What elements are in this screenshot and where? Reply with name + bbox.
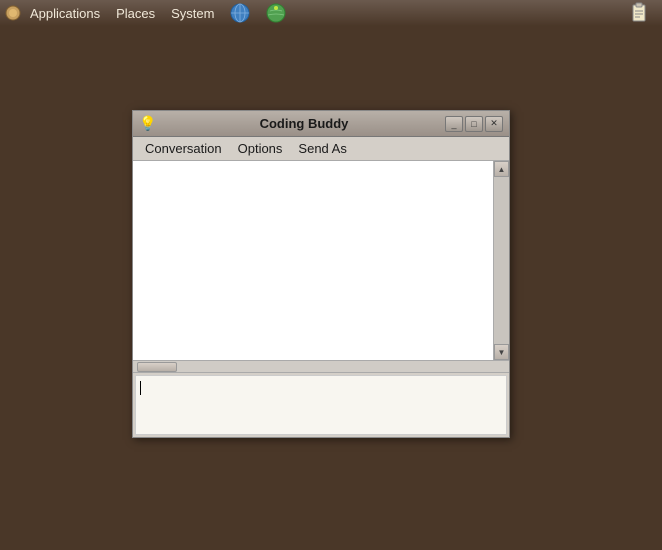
applications-menu[interactable]: Applications (22, 4, 108, 23)
horizontal-scroll-area (133, 361, 509, 373)
conversation-label: Conversation (145, 141, 222, 156)
clipboard-button[interactable] (620, 0, 658, 26)
minimize-button[interactable]: _ (445, 116, 463, 132)
send-as-label: Send As (298, 141, 346, 156)
chat-scrollbar: ▲ ▼ (493, 161, 509, 360)
chat-display[interactable] (133, 161, 493, 360)
window-title: Coding Buddy (163, 116, 445, 131)
applications-icon (4, 4, 22, 22)
conversation-menu[interactable]: Conversation (137, 138, 230, 159)
scroll-track[interactable] (494, 177, 509, 344)
applications-label: Applications (30, 6, 100, 21)
h-scroll-thumb[interactable] (137, 362, 177, 372)
taskbar: Applications Places System (0, 0, 662, 26)
scroll-down-button[interactable]: ▼ (494, 344, 509, 360)
globe-icon-2[interactable] (258, 1, 294, 25)
chat-area-container: ▲ ▼ (133, 161, 509, 361)
text-cursor (140, 381, 141, 395)
globe-icon-1[interactable] (222, 1, 258, 25)
coding-buddy-window: 💡 Coding Buddy _ □ ✕ Conversation Option… (132, 110, 510, 438)
places-menu[interactable]: Places (108, 4, 163, 23)
places-label: Places (116, 6, 155, 21)
maximize-button[interactable]: □ (465, 116, 483, 132)
system-menu[interactable]: System (163, 4, 222, 23)
message-input-area[interactable] (135, 375, 507, 435)
window-icon: 💡 (139, 115, 157, 133)
send-as-menu[interactable]: Send As (290, 138, 354, 159)
options-label: Options (238, 141, 283, 156)
options-menu[interactable]: Options (230, 138, 291, 159)
system-label: System (171, 6, 214, 21)
close-button[interactable]: ✕ (485, 116, 503, 132)
window-titlebar: 💡 Coding Buddy _ □ ✕ (133, 111, 509, 137)
scroll-up-button[interactable]: ▲ (494, 161, 509, 177)
window-controls: _ □ ✕ (445, 116, 503, 132)
taskbar-right (620, 0, 658, 26)
menubar: Conversation Options Send As (133, 137, 509, 161)
